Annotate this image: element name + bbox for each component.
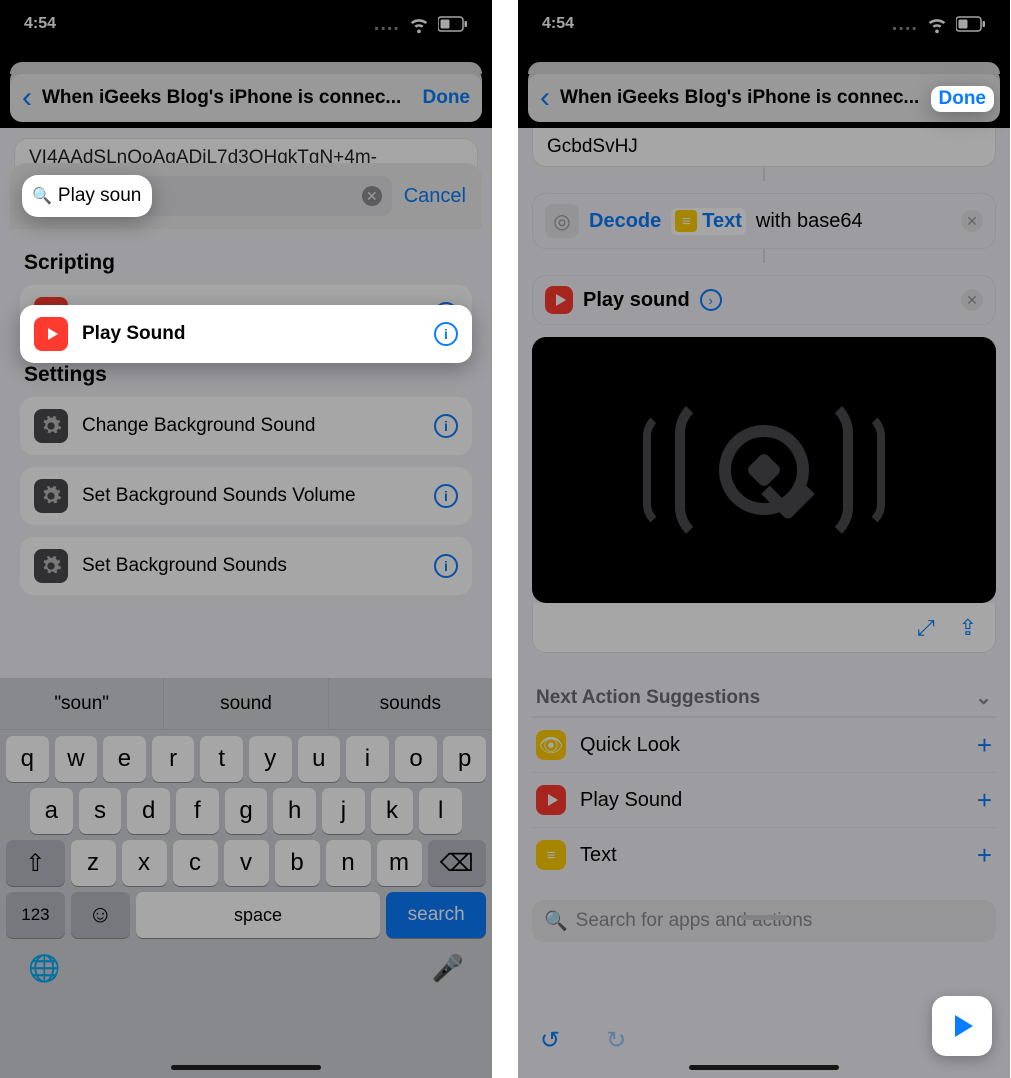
text-action-block[interactable]: GcbdSvHJ bbox=[532, 128, 996, 167]
keyboard-row-4: 123 ☺ space search bbox=[0, 886, 492, 938]
section-scripting: Scripting bbox=[20, 243, 472, 285]
home-indicator[interactable] bbox=[171, 1065, 321, 1070]
automation-title: When iGeeks Blog's iPhone is connec... bbox=[560, 87, 931, 109]
gear-icon bbox=[34, 479, 68, 513]
cell-signal-icon: .... bbox=[892, 13, 918, 36]
battery-icon bbox=[956, 16, 986, 32]
cell-signal-icon: .... bbox=[374, 13, 400, 36]
done-highlight[interactable]: Done bbox=[939, 88, 987, 109]
chevron-down-icon[interactable]: ⌄ bbox=[975, 685, 992, 710]
preview-toolbar: ⤢ ⇪ bbox=[532, 603, 996, 653]
home-indicator[interactable] bbox=[689, 1065, 839, 1070]
suggestions-list: 👁 Quick Look + Play Sound + ≡ Text + bbox=[532, 716, 996, 882]
back-button[interactable]: ‹ bbox=[540, 83, 550, 113]
suggestion-text[interactable]: ≡ Text + bbox=[532, 827, 996, 882]
quicktime-icon bbox=[719, 425, 809, 515]
sheet-grabber[interactable] bbox=[741, 915, 787, 920]
remove-icon[interactable]: ✕ bbox=[961, 210, 983, 232]
wifi-icon bbox=[408, 13, 430, 35]
gear-icon bbox=[34, 549, 68, 583]
flow-connector bbox=[763, 167, 765, 181]
search-value-highlight: Play soun bbox=[58, 185, 141, 207]
play-sound-highlight[interactable]: Play Sound bbox=[82, 323, 420, 345]
screenshot-right: 4:54 .... ‹ When iGeeks Blog's iPhone is… bbox=[518, 0, 1010, 1078]
action-set-bg-sounds[interactable]: Set Background Sounds i bbox=[20, 537, 472, 595]
suggestions-header[interactable]: Next Action Suggestions ⌄ bbox=[532, 653, 996, 716]
gear-icon bbox=[34, 409, 68, 443]
play-icon bbox=[545, 286, 573, 314]
play-icon bbox=[536, 785, 566, 815]
done-button[interactable]: Done bbox=[423, 87, 471, 109]
clock: 4:54 bbox=[24, 15, 56, 33]
title-bar: ‹ When iGeeks Blog's iPhone is connec...… bbox=[10, 74, 482, 122]
title-bar: ‹ When iGeeks Blog's iPhone is connec...… bbox=[528, 74, 1000, 122]
wifi-icon bbox=[926, 13, 948, 35]
mic-icon[interactable]: 🎤 bbox=[432, 953, 464, 984]
space-key[interactable]: space bbox=[136, 892, 381, 938]
expand-icon[interactable]: ⤢ bbox=[917, 615, 935, 641]
action-change-bg-sound[interactable]: Change Background Sound i bbox=[20, 397, 472, 455]
clock: 4:54 bbox=[542, 15, 574, 33]
show-more-icon[interactable]: › bbox=[700, 289, 722, 311]
audio-preview[interactable] bbox=[532, 337, 996, 603]
redo-icon[interactable]: ↻ bbox=[606, 1026, 626, 1055]
shortcut-editor: GcbdSvHJ ◎ Decode ≡ Text with base64 ✕ P… bbox=[518, 128, 1010, 1078]
remove-icon[interactable]: ✕ bbox=[961, 289, 983, 311]
keyboard-row-2: asdfghjkl bbox=[0, 782, 492, 834]
info-icon[interactable]: i bbox=[434, 554, 458, 578]
run-button[interactable] bbox=[932, 996, 992, 1056]
screenshot-left: 4:54 .... ‹ When iGeeks Blog's iPhone is… bbox=[0, 0, 492, 1078]
shift-key[interactable]: ⇧ bbox=[6, 840, 65, 886]
keyboard[interactable]: "soun" sound sounds qwertyuiop asdfghjkl… bbox=[0, 678, 492, 1078]
undo-icon[interactable]: ↺ bbox=[540, 1026, 560, 1055]
sheet-edge bbox=[10, 62, 482, 74]
numbers-key[interactable]: 123 bbox=[6, 892, 65, 938]
battery-icon bbox=[438, 16, 468, 32]
globe-icon[interactable]: 🌐 bbox=[28, 953, 60, 984]
info-icon[interactable]: i bbox=[434, 414, 458, 438]
keyboard-row-3: ⇧zxcvbnm⌫ bbox=[0, 834, 492, 886]
status-bar: 4:54 .... bbox=[0, 0, 492, 48]
flow-connector bbox=[763, 249, 765, 263]
text-variable[interactable]: ≡ Text bbox=[671, 208, 746, 235]
text-icon: ≡ bbox=[536, 840, 566, 870]
suggestion-quick-look[interactable]: 👁 Quick Look + bbox=[532, 717, 996, 772]
action-set-bg-volume[interactable]: Set Background Sounds Volume i bbox=[20, 467, 472, 525]
automation-title: When iGeeks Blog's iPhone is connec... bbox=[42, 87, 413, 109]
share-icon[interactable]: ⇪ bbox=[959, 615, 977, 641]
add-icon[interactable]: + bbox=[977, 840, 992, 871]
suggestion-play-sound[interactable]: Play Sound + bbox=[532, 772, 996, 827]
play-sound-action[interactable]: Play sound › ✕ bbox=[532, 275, 996, 325]
cancel-button[interactable]: Cancel bbox=[404, 185, 466, 208]
backspace-key[interactable]: ⌫ bbox=[428, 840, 487, 886]
search-icon: 🔍 bbox=[544, 909, 568, 933]
emoji-key[interactable]: ☺ bbox=[71, 892, 130, 938]
action-search[interactable]: 🔍 Search for apps and actions bbox=[532, 900, 996, 942]
search-icon: 🔍 bbox=[32, 186, 52, 206]
back-button[interactable]: ‹ bbox=[22, 83, 32, 113]
add-icon[interactable]: + bbox=[977, 785, 992, 816]
decode-icon: ◎ bbox=[545, 204, 579, 238]
status-bar: 4:54 .... bbox=[518, 0, 1010, 48]
add-icon[interactable]: + bbox=[977, 730, 992, 761]
play-icon bbox=[34, 317, 68, 351]
info-icon[interactable]: i bbox=[434, 322, 458, 346]
keyboard-suggestions[interactable]: "soun" sound sounds bbox=[0, 678, 492, 730]
info-icon[interactable]: i bbox=[434, 484, 458, 508]
clear-icon[interactable]: ✕ bbox=[362, 186, 382, 206]
sheet-edge bbox=[528, 62, 1000, 74]
decode-action[interactable]: ◎ Decode ≡ Text with base64 ✕ bbox=[532, 193, 996, 249]
keyboard-row-1: qwertyuiop bbox=[0, 730, 492, 782]
eye-icon: 👁 bbox=[536, 730, 566, 760]
search-key[interactable]: search bbox=[386, 892, 486, 938]
